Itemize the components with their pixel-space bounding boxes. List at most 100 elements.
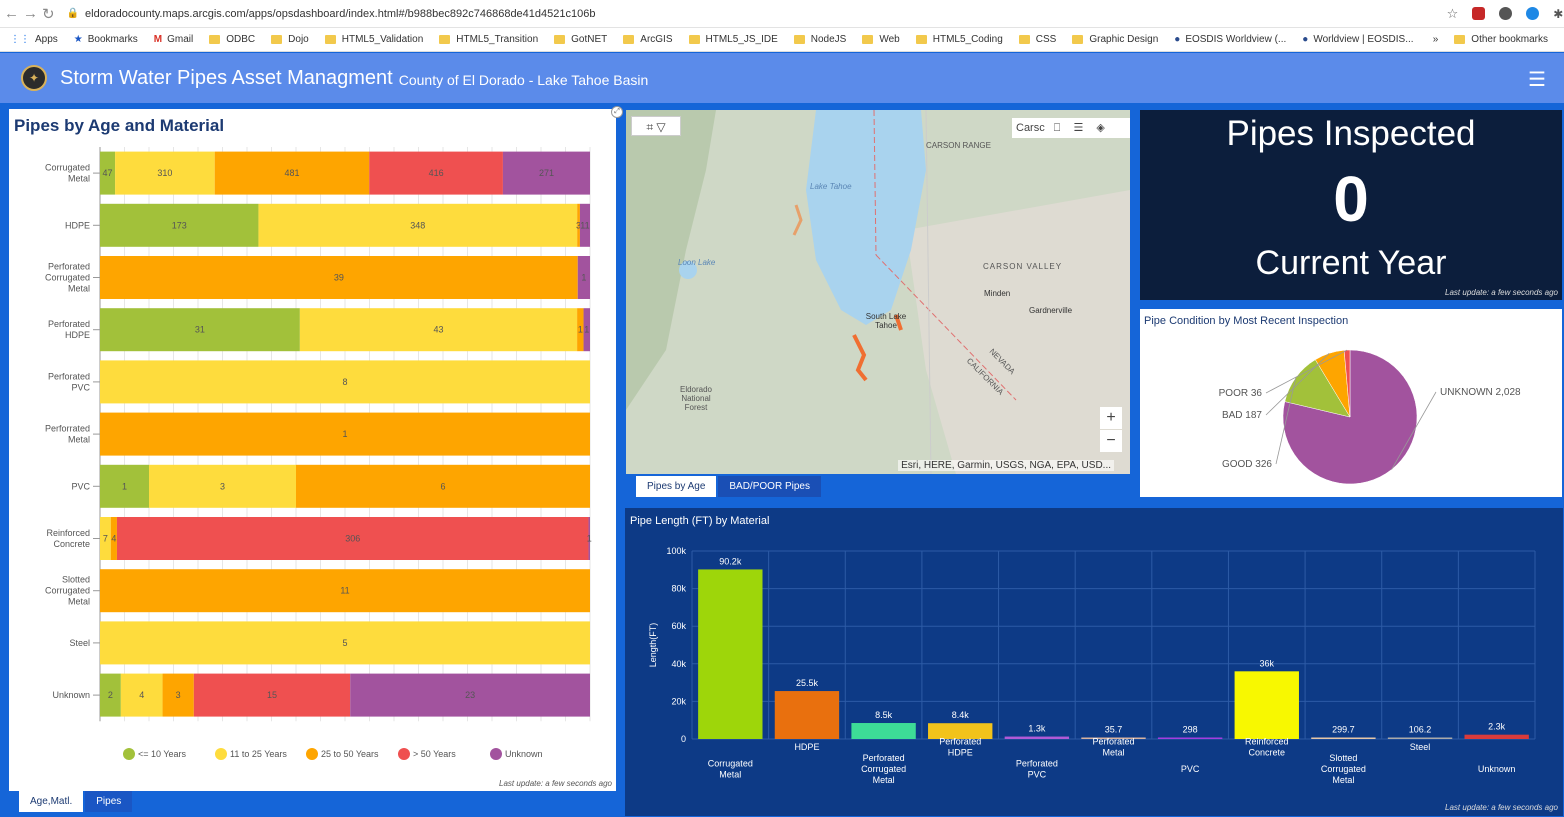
stack-segment-label: 310 [157, 168, 172, 178]
extension-red-icon[interactable] [1472, 7, 1486, 20]
bar-category-line: Reinforced [1245, 737, 1289, 747]
bar-ytick-label: 100k [666, 546, 686, 556]
extension-circle-icon[interactable] [1499, 7, 1513, 20]
stack-category-line: Metal [68, 435, 90, 445]
map-label-gardnerville: Gardnerville [1029, 306, 1073, 315]
bookmark-item[interactable]: HTML5_Coding [915, 34, 1003, 45]
bookmark-item[interactable]: Graphic Design [1072, 34, 1158, 45]
globe-icon: ● [1174, 34, 1181, 45]
stack-segment-label: 306 [345, 534, 360, 544]
bookmark-item[interactable]: ArcGIS [623, 34, 673, 45]
tab-bad-poor-pipes[interactable]: BAD/POOR Pipes [718, 476, 821, 497]
map-select-tool[interactable]: ⌗ ▽ [631, 116, 681, 136]
stack-segment-label: 15 [267, 690, 277, 700]
map-canvas[interactable] [626, 110, 1130, 474]
bookmark-item[interactable]: ● EOSDIS Worldview (... [1174, 34, 1286, 45]
bookmark-item[interactable]: HTML5_JS_IDE [688, 34, 778, 45]
star-icon[interactable]: ☆ [1447, 6, 1459, 22]
folder-icon [793, 35, 805, 44]
indicator-value: 0 [1333, 163, 1369, 235]
folder-icon [1454, 35, 1466, 44]
stack-category-line: Corrugated [45, 163, 90, 173]
pie-slice-label: POOR 36 [1219, 388, 1263, 399]
bar-rect [851, 723, 916, 739]
stack-segment-label: 11 [340, 586, 349, 596]
legend-label: 11 to 25 Years [230, 749, 287, 759]
stack-category-label: Perforated HDPE [48, 319, 90, 340]
bar-rect [1004, 736, 1070, 739]
bookmark-item[interactable]: HTML5_Transition [439, 34, 538, 45]
stack-category-line: HDPE [65, 220, 90, 230]
legend-icon[interactable]: ☰ [1073, 122, 1083, 134]
map-attribution: Esri, HERE, Garmin, USGS, NGA, EPA, USD.… [898, 460, 1114, 471]
stack-category-label: Steel [69, 638, 90, 648]
pie-slice-label: BAD 187 [1222, 410, 1262, 421]
stack-category-label: Reinforced Concrete [46, 528, 90, 549]
bookmark-label: HTML5_Transition [456, 34, 539, 45]
puzzle-icon[interactable]: ✱ [1553, 7, 1563, 21]
zoom-out-button[interactable]: − [1100, 430, 1122, 452]
bookmark-icon[interactable]: ⎕ [1054, 122, 1061, 134]
stack-segment-label: 11 [580, 220, 589, 230]
zoom-in-button[interactable]: + [1100, 407, 1122, 429]
folder-icon [324, 35, 336, 44]
bookmark-item[interactable]: Web [862, 34, 900, 45]
bar-category-line: Perforated [1092, 737, 1134, 747]
bookmarks-overflow[interactable]: » [1433, 34, 1439, 45]
stack-segment-label: 3 [176, 690, 181, 700]
tab-pipes-by-age[interactable]: Pipes by Age [636, 476, 717, 497]
bookmark-label: Gmail [167, 34, 194, 45]
bookmark-item[interactable]: HTML5_Validation [324, 34, 423, 45]
folder-icon [554, 35, 566, 44]
legend-label: <= 10 Years [138, 749, 187, 759]
bookmark-item[interactable]: Dojo [271, 34, 309, 45]
map-search-box[interactable]: Carsc ⎕ ☰ ◈ [1012, 118, 1130, 138]
bookmark-item[interactable]: CSS [1018, 34, 1056, 45]
pipe-length-title: Pipe Length (FT) by Material [630, 515, 770, 527]
bookmark-item[interactable]: Other bookmarks [1454, 34, 1548, 45]
address-bar[interactable]: 🔒 eldoradocounty.maps.arcgis.com/apps/op… [67, 3, 1357, 25]
forward-icon[interactable]: → [23, 5, 38, 22]
indicator-subtitle: Current Year [1255, 244, 1447, 282]
folder-icon [1072, 35, 1084, 44]
bar-value-label: 1.3k [1028, 724, 1046, 734]
bookmark-item[interactable]: ● Worldview | EOSDIS... [1302, 34, 1413, 45]
bookmark-item[interactable]: ODBC [209, 34, 255, 45]
bar-ytick-label: 0 [681, 734, 686, 744]
bookmark-item[interactable]: GotNET [554, 34, 607, 45]
reload-icon[interactable]: ↻ [42, 5, 55, 23]
bar-category-line: PVC [1181, 764, 1200, 774]
bar-category-line: Slotted [1329, 753, 1357, 763]
bar-category-line: Metal [1102, 748, 1124, 758]
bookmark-item[interactable]: ★ Bookmarks [74, 34, 138, 45]
map-view[interactable]: Lake Tahoe CARSON RANGE CARSON VALLEY Mi… [626, 110, 1130, 474]
bookmark-item[interactable]: NodeJS [793, 34, 846, 45]
stack-category-label: PVC [71, 481, 90, 491]
stack-category-label: Perforated PVC [48, 371, 91, 392]
stack-segment-label: 348 [410, 220, 425, 230]
extension-blue-icon[interactable] [1526, 7, 1540, 20]
gmail-icon: M [153, 34, 163, 45]
legend-label: Unknown [505, 749, 543, 759]
pipe-condition-panel: UNKNOWN 2,028 GOOD 326 BAD 187 POOR 36 Pipe… [1140, 309, 1562, 497]
layers-icon[interactable]: ◈ [1096, 122, 1104, 134]
hamburger-menu-icon[interactable]: ☰ [1528, 67, 1546, 92]
stack-segment-label: 1 [587, 534, 592, 544]
bar-value-label: 25.5k [796, 678, 819, 688]
folder-icon [688, 35, 700, 44]
bookmark-label: HTML5_JS_IDE [705, 34, 778, 45]
stack-category-line: Perforrated [45, 424, 90, 434]
back-icon[interactable]: ← [4, 5, 19, 22]
bookmark-label: Web [879, 34, 900, 45]
expand-icon[interactable]: ⤢ [611, 106, 623, 118]
bookmark-item[interactable]: ⋮⋮ Apps [10, 34, 58, 45]
bookmark-item[interactable]: M Gmail [154, 34, 193, 45]
tab-age-matl[interactable]: Age,Matl. [19, 791, 84, 812]
pipes-inspected-indicator: Pipes Inspected 0 Current Year Last upda… [1140, 110, 1562, 300]
stack-category-line: Metal [68, 597, 90, 607]
tab-pipes[interactable]: Pipes [85, 791, 133, 812]
stack-segment-label: 2 [108, 690, 113, 700]
bar-ytick-label: 60k [671, 621, 686, 631]
apps-icon: ⋮⋮ [10, 34, 30, 45]
stack-category-line: Concrete [53, 539, 90, 549]
